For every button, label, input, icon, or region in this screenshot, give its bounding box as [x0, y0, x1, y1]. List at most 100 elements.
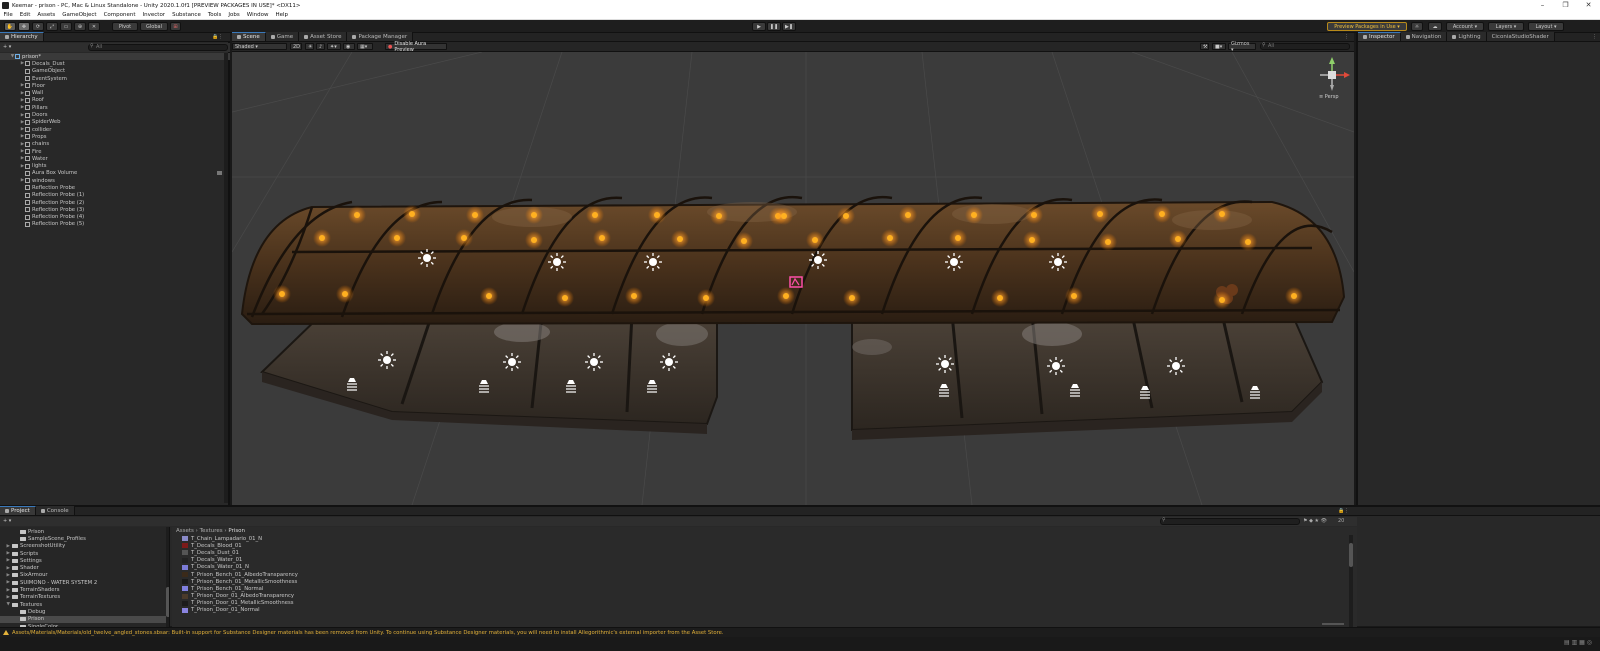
folder-item[interactable]: SampleScene_Profiles [0, 535, 169, 542]
light-bulb-icon[interactable] [1047, 357, 1065, 375]
menu-tools[interactable]: Tools [208, 12, 222, 18]
scene-render[interactable] [232, 52, 1354, 505]
folder-item[interactable]: Prison [0, 528, 169, 535]
point-light-icon[interactable] [556, 289, 574, 307]
point-light-icon[interactable] [466, 206, 484, 224]
gizmos-dropdown[interactable]: Gizmos ▾ [1228, 41, 1256, 53]
layout-dropdown[interactable]: Layout ▾ [1528, 22, 1564, 31]
point-light-icon[interactable] [710, 207, 728, 225]
menu-help[interactable]: Help [275, 12, 288, 18]
scene-viewport[interactable]: ≡ Persp [232, 52, 1354, 505]
scene-root[interactable]: ▼ prison* [0, 53, 230, 61]
audio-toggle-icon[interactable]: ♪ [316, 43, 325, 50]
tab-hierarchy[interactable]: Hierarchy [0, 32, 44, 41]
asset-item[interactable]: T_Prison_Bench_01_AlbedoTransparency [182, 571, 298, 578]
tab-inspector[interactable]: Inspector [1358, 32, 1401, 41]
folder-arrow-icon[interactable]: ▼ [0, 602, 12, 607]
move-tool-icon[interactable]: ✥ [18, 22, 30, 31]
cloud-icon[interactable]: ☁ [1428, 22, 1442, 31]
point-light-icon[interactable] [403, 205, 421, 223]
light-bulb-icon[interactable] [644, 253, 662, 271]
custom-tool-icon[interactable]: ✕ [88, 22, 100, 31]
crumb-textures[interactable]: Textures [200, 528, 223, 534]
menu-component[interactable]: Component [104, 12, 136, 18]
project-search-input[interactable] [1160, 518, 1300, 525]
tab-lighting[interactable]: Lighting [1447, 32, 1487, 41]
tools-icon[interactable]: ⚒ [1200, 43, 1209, 50]
hierarchy-item[interactable]: ▶ Doors [0, 111, 230, 118]
tab-console[interactable]: Console [35, 506, 75, 515]
transform-tool-icon[interactable]: ⊕ [74, 22, 86, 31]
folder-arrow-icon[interactable]: ▶ [0, 551, 12, 556]
light-bulb-icon[interactable] [548, 253, 566, 271]
hierarchy-item[interactable]: Reflection Probe (1) [0, 192, 230, 199]
scene-menu-icon[interactable]: ⋮ [1344, 34, 1349, 40]
hierarchy-item[interactable]: Reflection Probe (5) [0, 221, 230, 228]
point-light-icon[interactable] [949, 229, 967, 247]
folder-item[interactable]: ▶ Scripts [0, 550, 169, 557]
asset-item[interactable]: T_Prison_Door_01_Normal [182, 607, 298, 614]
aura-preview-button[interactable]: ● Disable Aura Preview [385, 41, 447, 53]
asset-item[interactable]: T_Prison_Bench_01_MetallicSmoothness [182, 578, 298, 585]
orientation-gizmo[interactable]: ≡ Persp [1314, 55, 1352, 103]
tab-asset-store[interactable]: Asset Store [299, 32, 348, 41]
inspector-menu-icon[interactable]: ⋮ [1592, 34, 1597, 40]
menu-file[interactable]: File [4, 12, 13, 18]
pivot-toggle[interactable]: Pivot [112, 22, 138, 31]
preview-packages-button[interactable]: Preview Packages in Use ▾ [1327, 22, 1407, 31]
hidden-objects-icon[interactable]: ◉ [343, 43, 355, 50]
persp-label[interactable]: ≡ Persp [1319, 94, 1339, 100]
point-light-icon[interactable] [1099, 233, 1117, 251]
folder-arrow-icon[interactable]: ▶ [0, 573, 12, 578]
point-light-icon[interactable] [648, 206, 666, 224]
step-button[interactable]: ▶❚ [782, 22, 796, 31]
folder-item[interactable]: Debug [0, 608, 169, 615]
point-light-icon[interactable] [1239, 233, 1257, 251]
hierarchy-item[interactable]: ▶ windows [0, 177, 230, 184]
point-light-icon[interactable] [881, 229, 899, 247]
create-dropdown[interactable]: + ▾ [3, 44, 11, 50]
asset-item[interactable]: T_Decals_Water_01_N [182, 564, 298, 571]
hierarchy-item[interactable]: Reflection Probe (2) [0, 199, 230, 206]
folder-arrow-icon[interactable]: ▶ [0, 566, 12, 571]
light-bulb-icon[interactable] [945, 253, 963, 271]
point-light-icon[interactable] [1285, 287, 1303, 305]
tab-project[interactable]: Project [0, 506, 36, 515]
point-light-icon[interactable] [336, 285, 354, 303]
folder-arrow-icon[interactable]: ▶ [0, 588, 12, 593]
menu-jobs[interactable]: Jobs [228, 12, 239, 18]
hierarchy-item[interactable]: ▶ Roof [0, 97, 230, 104]
grid-dropdown-icon[interactable]: ▦▾ [357, 43, 373, 50]
point-light-icon[interactable] [806, 231, 824, 249]
status-bar[interactable]: Assets/Materials/Materials/old_twelve_an… [0, 627, 1600, 637]
point-light-icon[interactable] [1091, 205, 1109, 223]
menu-invector[interactable]: Invector [143, 12, 166, 18]
point-light-icon[interactable] [1213, 291, 1231, 309]
folder-item[interactable]: ▶ TerrainTextures [0, 594, 169, 601]
light-bulb-icon[interactable] [378, 351, 396, 369]
hierarchy-item[interactable]: ▶ chains [0, 141, 230, 148]
rotate-tool-icon[interactable]: ⟳ [32, 22, 44, 31]
minimize-button[interactable]: – [1531, 0, 1554, 11]
tab-ciconia-shader[interactable]: CiconiaStudioShader [1486, 32, 1555, 41]
2d-toggle[interactable]: 2D [290, 43, 302, 50]
tab-scene[interactable]: Scene [232, 32, 266, 41]
hierarchy-item[interactable]: EventSystem [0, 75, 230, 82]
rect-tool-icon[interactable]: ▭ [60, 22, 72, 31]
status-tray-icons[interactable]: ▤ ▥ ▦ ◎ [1564, 639, 1592, 646]
hierarchy-item[interactable]: ▶ Floor [0, 82, 230, 89]
hierarchy-item[interactable]: ▶ collider [0, 126, 230, 133]
point-light-icon[interactable] [899, 206, 917, 224]
point-light-icon[interactable] [388, 229, 406, 247]
menu-substance[interactable]: Substance [172, 12, 201, 18]
global-toggle[interactable]: Global [140, 22, 168, 31]
hierarchy-item[interactable]: Reflection Probe [0, 184, 230, 191]
point-light-icon[interactable] [313, 229, 331, 247]
play-button[interactable]: ▶ [752, 22, 766, 31]
scale-tool-icon[interactable]: ⤢ [46, 22, 58, 31]
point-light-icon[interactable] [273, 285, 291, 303]
hierarchy-item[interactable]: ▶ Decals_Dust [0, 60, 230, 67]
point-light-icon[interactable] [1023, 231, 1041, 249]
asset-item[interactable]: T_Decals_Blood_01 [182, 542, 298, 549]
tab-game[interactable]: Game [265, 32, 300, 41]
